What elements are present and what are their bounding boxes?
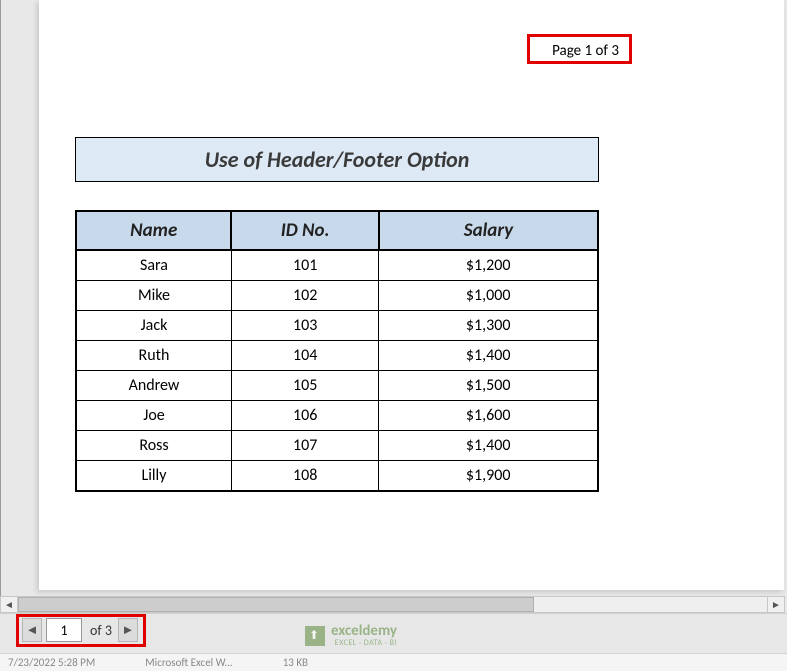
caret-right-icon: ►	[771, 598, 781, 611]
caret-right-icon: ►	[121, 622, 134, 638]
caret-left-icon: ◄	[4, 598, 14, 611]
cell-id: 102	[231, 281, 378, 311]
table-row: Jack103$1,300	[76, 311, 598, 341]
truncated-app: Microsoft Excel W...	[145, 656, 232, 669]
sheet-title: Use of Header/Footer Option	[75, 137, 599, 182]
table-row: Joe106$1,600	[76, 401, 598, 431]
truncated-date: 7/23/2022 5:28 PM	[8, 656, 95, 669]
page-header-text: Page 1 of 3	[552, 42, 619, 60]
col-header-id: ID No.	[231, 211, 378, 250]
watermark-tagline: EXCEL · DATA · BI	[335, 639, 397, 648]
horizontal-scrollbar[interactable]: ◄ ►	[0, 596, 785, 613]
cell-salary: $1,400	[379, 431, 598, 461]
page-total-label: of 3	[86, 622, 114, 639]
cell-name: Jack	[76, 311, 231, 341]
page-navigator: ◄ of 3 ►	[22, 618, 138, 642]
cell-id: 104	[231, 341, 378, 371]
cell-id: 107	[231, 431, 378, 461]
col-header-name: Name	[76, 211, 231, 250]
truncated-status-bar: 7/23/2022 5:28 PM Microsoft Excel W... 1…	[0, 653, 787, 671]
cell-name: Lilly	[76, 461, 231, 492]
next-page-button[interactable]: ►	[118, 618, 138, 642]
col-header-salary: Salary	[379, 211, 598, 250]
cell-name: Ruth	[76, 341, 231, 371]
table-row: Sara101$1,200	[76, 250, 598, 281]
cell-salary: $1,000	[379, 281, 598, 311]
cell-id: 106	[231, 401, 378, 431]
print-preview-area: Page 1 of 3 Use of Header/Footer Option …	[0, 0, 787, 596]
prev-page-button[interactable]: ◄	[22, 618, 42, 642]
table-header-row: Name ID No. Salary	[76, 211, 598, 250]
cell-salary: $1,900	[379, 461, 598, 492]
truncated-size: 13 KB	[283, 656, 308, 669]
page-content: Use of Header/Footer Option Name ID No. …	[39, 42, 784, 492]
table-row: Andrew105$1,500	[76, 371, 598, 401]
cell-name: Joe	[76, 401, 231, 431]
watermark: exceldemy EXCEL · DATA · BI	[305, 624, 397, 648]
cell-id: 105	[231, 371, 378, 401]
cell-name: Ross	[76, 431, 231, 461]
cell-name: Mike	[76, 281, 231, 311]
watermark-icon	[305, 626, 325, 646]
cell-id: 108	[231, 461, 378, 492]
table-row: Lilly108$1,900	[76, 461, 598, 492]
scroll-track[interactable]	[18, 597, 767, 612]
caret-left-icon: ◄	[26, 622, 39, 638]
page-number-input[interactable]	[46, 618, 82, 642]
cell-salary: $1,200	[379, 250, 598, 281]
table-row: Ruth104$1,400	[76, 341, 598, 371]
scroll-right-button[interactable]: ►	[767, 597, 784, 612]
data-table: Name ID No. Salary Sara101$1,200 Mike102…	[75, 210, 599, 492]
cell-salary: $1,500	[379, 371, 598, 401]
table-row: Mike102$1,000	[76, 281, 598, 311]
page-paper: Page 1 of 3 Use of Header/Footer Option …	[39, 0, 784, 590]
cell-name: Sara	[76, 250, 231, 281]
cell-salary: $1,300	[379, 311, 598, 341]
cell-id: 101	[231, 250, 378, 281]
cell-id: 103	[231, 311, 378, 341]
watermark-brand: exceldemy	[331, 624, 397, 639]
table-row: Ross107$1,400	[76, 431, 598, 461]
pager-bar: ◄ of 3 ► exceldemy EXCEL · DATA · BI	[0, 613, 787, 653]
scroll-thumb[interactable]	[18, 597, 534, 612]
cell-salary: $1,600	[379, 401, 598, 431]
cell-salary: $1,400	[379, 341, 598, 371]
cell-name: Andrew	[76, 371, 231, 401]
scroll-left-button[interactable]: ◄	[1, 597, 18, 612]
